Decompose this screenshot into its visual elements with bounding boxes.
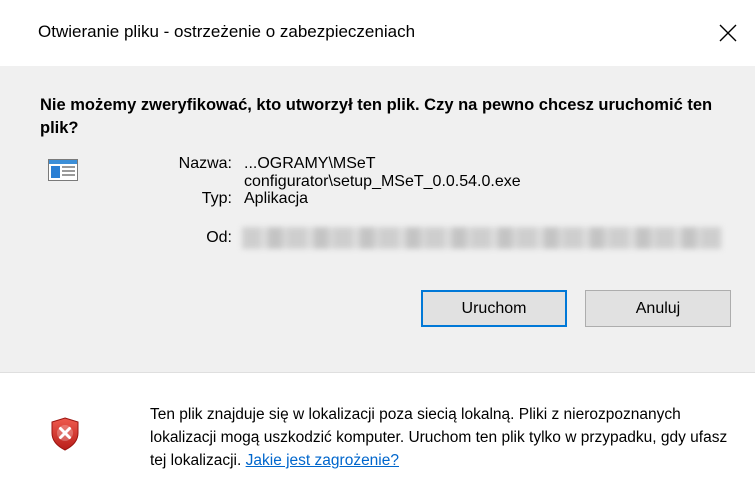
cancel-button[interactable]: Anuluj <box>585 290 731 327</box>
file-type-value: Aplikacja <box>244 190 309 207</box>
security-warning-dialog: Otwieranie pliku - ostrzeżenie o zabezpi… <box>0 0 755 493</box>
run-button[interactable]: Uruchom <box>421 290 567 327</box>
file-source-label: Od: <box>206 229 232 246</box>
application-file-icon <box>48 159 78 186</box>
window-title: Otwieranie pliku - ostrzeżenie o zabezpi… <box>38 22 416 41</box>
close-icon <box>719 24 737 42</box>
file-name-label: Nazwa: <box>178 155 232 172</box>
file-type-label: Typ: <box>201 190 232 207</box>
close-button[interactable] <box>701 0 755 66</box>
warning-headline: Nie możemy zweryfikować, kto utworzył te… <box>40 96 713 137</box>
shield-warning-icon <box>50 417 80 456</box>
what-is-the-risk-link[interactable]: Jakie jest zagrożenie? <box>246 452 399 469</box>
footer-panel: Ten plik znajduje się w lokalizacji poza… <box>0 372 755 493</box>
file-name-value: ...OGRAMY\MSeT configurator\setup_MSeT_0… <box>244 155 521 190</box>
footer-text: Ten plik znajduje się w lokalizacji poza… <box>150 406 728 469</box>
footer-message: Ten plik znajduje się w lokalizacji poza… <box>150 403 730 472</box>
title-bar: Otwieranie pliku - ostrzeżenie o zabezpi… <box>0 0 755 66</box>
file-source-value-redacted <box>242 227 722 249</box>
